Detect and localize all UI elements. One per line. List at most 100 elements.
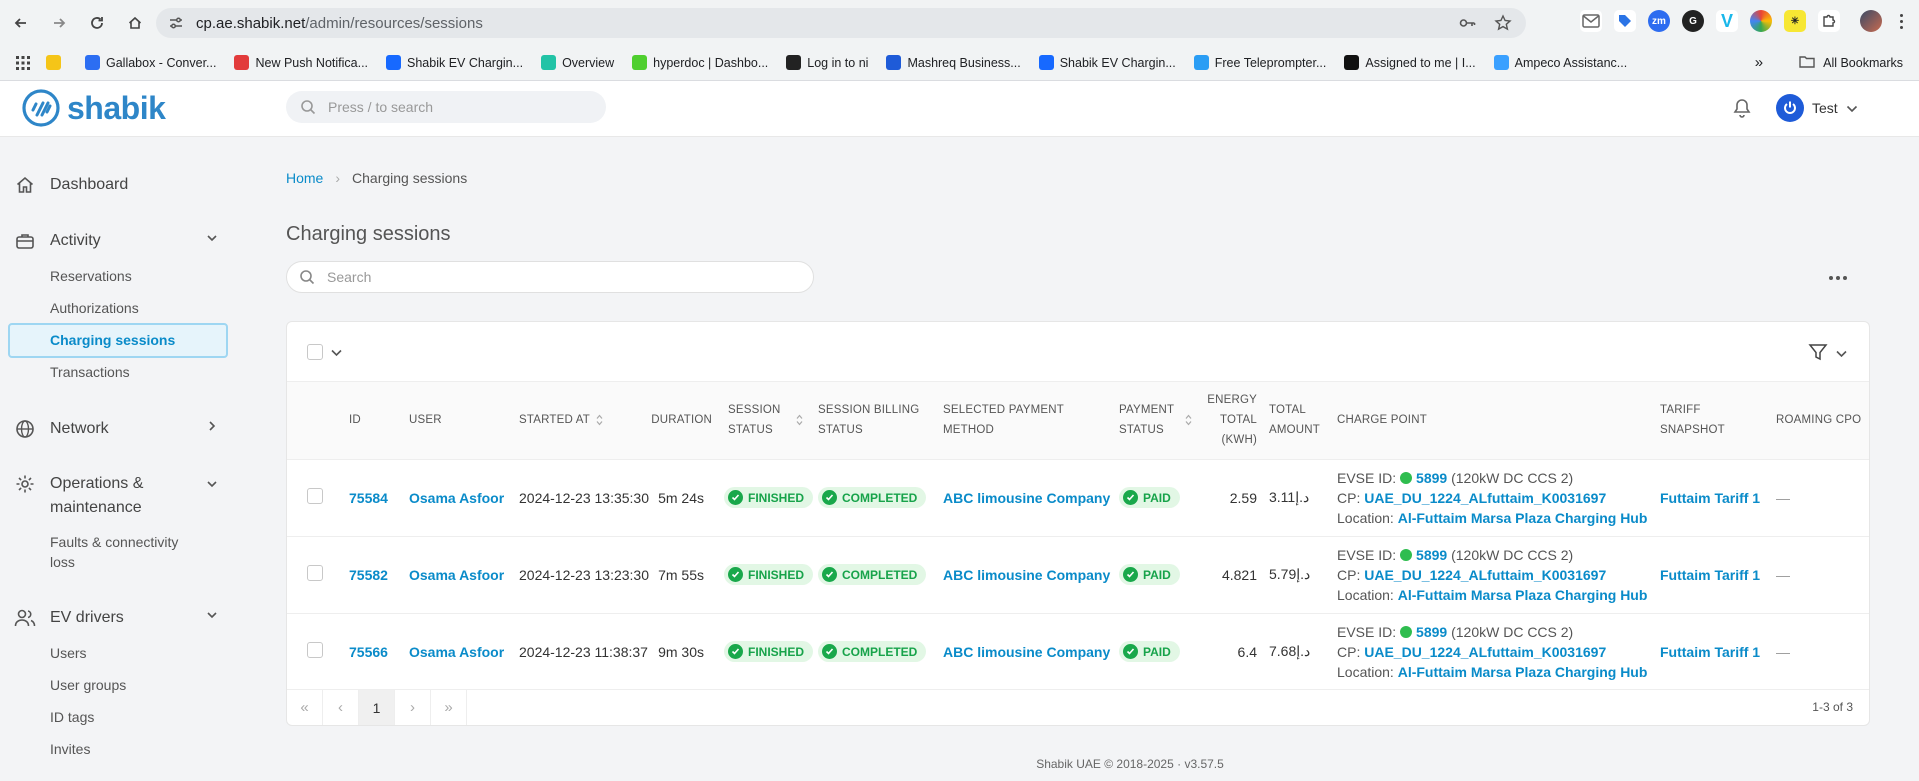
shabik-logo[interactable]: shabik: [21, 88, 166, 128]
charge-point-link[interactable]: UAE_DU_1224_ALfuttaim_K0031697: [1364, 490, 1606, 506]
last-page-button[interactable]: »: [431, 689, 467, 725]
tariff-link[interactable]: Futtaim Tariff 1: [1660, 644, 1760, 660]
chevron-down-icon[interactable]: [331, 345, 342, 360]
sidebar-item-id-tags[interactable]: ID tags: [50, 709, 94, 725]
filter-button[interactable]: [1808, 342, 1847, 365]
sidebar-item-dashboard[interactable]: Dashboard: [14, 174, 218, 196]
header-id[interactable]: ID: [343, 382, 403, 459]
bookmark-item[interactable]: Assigned to me | I...: [1344, 55, 1476, 70]
bookmark-item[interactable]: hyperdoc | Dashbo...: [632, 55, 768, 70]
header-charge-point[interactable]: CHARGE POINT: [1331, 382, 1654, 459]
bookmark-item[interactable]: Free Teleprompter...: [1193, 55, 1326, 70]
vimeo-extension-icon[interactable]: V: [1716, 10, 1738, 32]
bookmark-item[interactable]: Gallabox - Conver...: [85, 55, 216, 70]
mail-extension-icon[interactable]: [1580, 10, 1602, 32]
sidebar-item-authorizations[interactable]: Authorizations: [50, 300, 139, 316]
user-link[interactable]: Osama Asfoor: [409, 490, 504, 506]
kebab-menu-icon[interactable]: [1900, 13, 1903, 29]
bookmark-item[interactable]: New Push Notifica...: [234, 55, 368, 70]
sidebar-item-charging-sessions[interactable]: Charging sessions: [8, 323, 228, 358]
sidebar-item-operations[interactable]: Operations & maintenance: [14, 472, 218, 520]
header-session-status[interactable]: SESSION STATUS: [718, 382, 812, 459]
payment-method-link[interactable]: ABC limousine Company: [943, 567, 1110, 583]
payment-method-link[interactable]: ABC limousine Company: [943, 490, 1110, 506]
prev-page-button[interactable]: ‹: [323, 689, 359, 725]
location-link[interactable]: Al-Futtaim Marsa Plaza Charging Hub: [1398, 587, 1648, 603]
github-extension-icon[interactable]: G: [1682, 10, 1704, 32]
bookmark-item[interactable]: Ampeco Assistanc...: [1493, 55, 1627, 70]
zm-extension-icon[interactable]: zm: [1648, 10, 1670, 32]
apps-grid-icon[interactable]: [16, 55, 30, 70]
header-started-at[interactable]: STARTED AT: [513, 382, 622, 459]
bookmark-item[interactable]: Shabik EV Chargin...: [1038, 55, 1176, 70]
evse-id-link[interactable]: 5899: [1416, 470, 1447, 486]
asterisk-extension-icon[interactable]: ✳: [1784, 10, 1806, 32]
sidebar-item-user-groups[interactable]: User groups: [50, 677, 126, 693]
session-id-link[interactable]: 75582: [349, 567, 388, 583]
bookmark-item[interactable]: [46, 55, 67, 70]
global-search-input[interactable]: Press / to search: [286, 91, 606, 123]
sort-icon[interactable]: [1185, 414, 1192, 426]
bookmark-item[interactable]: Log in to ni: [786, 55, 868, 70]
sort-icon[interactable]: [596, 414, 603, 426]
sidebar-item-reservations[interactable]: Reservations: [50, 268, 132, 284]
page-1-button[interactable]: 1: [359, 689, 395, 725]
table-row[interactable]: 75582 Osama Asfoor 2024-12-23 13:23:30 7m 5…: [287, 536, 1869, 613]
table-row[interactable]: 75566 Osama Asfoor 2024-12-23 11:38:37 9m 3…: [287, 613, 1869, 690]
bulk-select[interactable]: [307, 344, 342, 360]
table-search-input[interactable]: Search: [286, 261, 814, 293]
header-roaming[interactable]: ROAMING CPO: [1770, 382, 1869, 459]
sidebar-item-activity[interactable]: Activity: [14, 230, 218, 252]
select-all-checkbox[interactable]: [307, 344, 323, 360]
evse-id-link[interactable]: 5899: [1416, 547, 1447, 563]
charge-point-link[interactable]: UAE_DU_1224_ALfuttaim_K0031697: [1364, 644, 1606, 660]
all-bookmarks-link[interactable]: All Bookmarks: [1823, 56, 1903, 70]
header-payment-method[interactable]: SELECTED PAYMENT METHOD: [937, 382, 1113, 459]
user-link[interactable]: Osama Asfoor: [409, 644, 504, 660]
user-link[interactable]: Osama Asfoor: [409, 567, 504, 583]
table-row[interactable]: 75584 Osama Asfoor 2024-12-23 13:35:30 5m 2…: [287, 459, 1869, 536]
evse-id-link[interactable]: 5899: [1416, 624, 1447, 640]
session-id-link[interactable]: 75566: [349, 644, 388, 660]
row-checkbox[interactable]: [307, 565, 323, 581]
header-user[interactable]: USER: [403, 382, 513, 459]
sidebar-item-users[interactable]: Users: [50, 645, 87, 661]
puzzle-icon[interactable]: [1818, 10, 1840, 32]
chevron-double-right-icon[interactable]: »: [1755, 54, 1763, 71]
next-page-button[interactable]: ›: [395, 689, 431, 725]
charge-point-link[interactable]: UAE_DU_1224_ALfuttaim_K0031697: [1364, 567, 1606, 583]
payment-method-link[interactable]: ABC limousine Company: [943, 644, 1110, 660]
bookmark-item[interactable]: Shabik EV Chargin...: [386, 55, 523, 70]
first-page-button[interactable]: «: [287, 689, 323, 725]
site-info-icon[interactable]: [168, 16, 184, 30]
color-extension-icon[interactable]: [1750, 10, 1772, 32]
header-payment-status[interactable]: PAYMENT STATUS: [1113, 382, 1200, 459]
sidebar-item-transactions[interactable]: Transactions: [50, 364, 130, 380]
row-checkbox[interactable]: [307, 488, 323, 504]
bookmark-item[interactable]: Mashreq Business...: [886, 55, 1021, 70]
sidebar-item-network[interactable]: Network: [14, 418, 218, 440]
breadcrumb-home[interactable]: Home: [286, 170, 323, 186]
more-actions-icon[interactable]: [1826, 268, 1850, 288]
location-link[interactable]: Al-Futtaim Marsa Plaza Charging Hub: [1398, 510, 1648, 526]
bookmark-item[interactable]: Overview: [541, 55, 614, 70]
tag-extension-icon[interactable]: [1614, 10, 1636, 32]
header-energy[interactable]: ENERGY TOTAL (KWH): [1200, 382, 1263, 459]
header-billing-status[interactable]: SESSION BILLING STATUS: [812, 382, 937, 459]
sidebar-item-ev-drivers[interactable]: EV drivers: [14, 607, 218, 629]
notification-bell-icon[interactable]: [1732, 98, 1752, 122]
back-icon[interactable]: [8, 10, 34, 36]
row-checkbox[interactable]: [307, 642, 323, 659]
sidebar-item-invites[interactable]: Invites: [50, 741, 90, 757]
address-bar[interactable]: cp.ae.shabik.net/admin/resources/session…: [156, 8, 1526, 38]
sort-icon[interactable]: [796, 414, 803, 426]
header-amount[interactable]: TOTAL AMOUNT: [1263, 382, 1331, 459]
header-tariff[interactable]: TARIFF SNAPSHOT: [1654, 382, 1770, 459]
header-duration[interactable]: DURATION: [622, 382, 718, 459]
bookmark-star-icon[interactable]: [1494, 14, 1512, 35]
profile-avatar[interactable]: [1860, 10, 1882, 32]
reload-icon[interactable]: [84, 10, 110, 36]
home-icon[interactable]: [122, 10, 148, 36]
forward-icon[interactable]: [46, 10, 72, 36]
tariff-link[interactable]: Futtaim Tariff 1: [1660, 490, 1760, 506]
